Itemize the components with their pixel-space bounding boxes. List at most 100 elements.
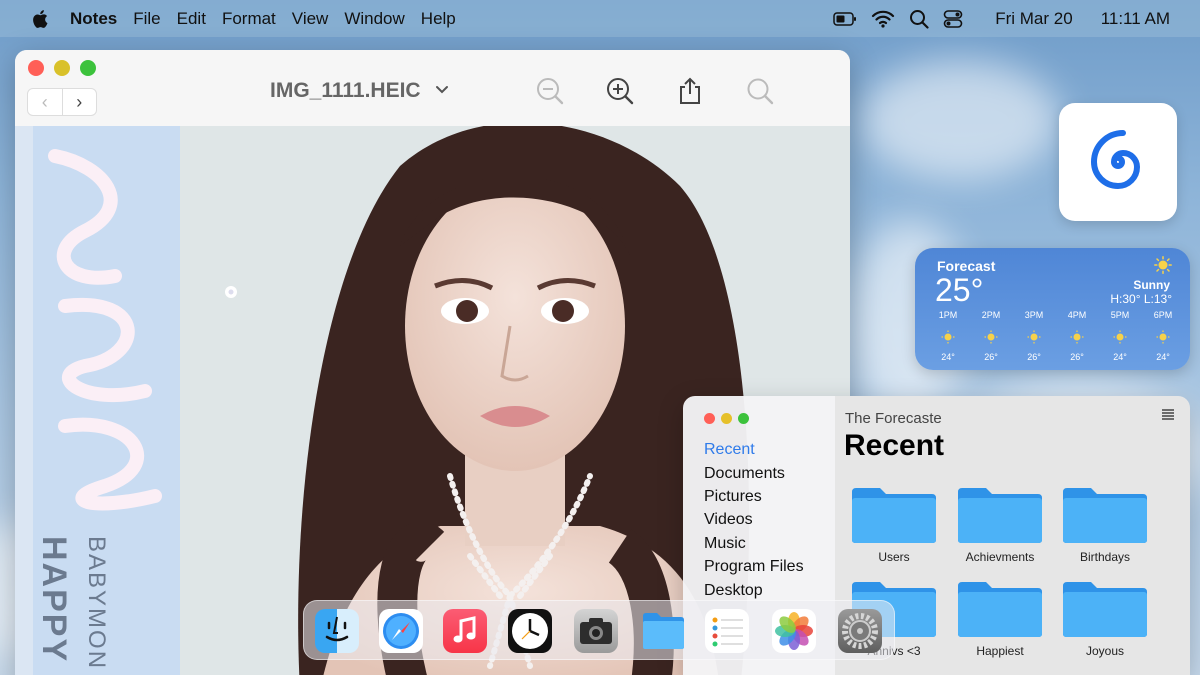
camera-icon[interactable]: [574, 609, 618, 653]
wifi-icon[interactable]: [871, 10, 895, 28]
folder-label: Birthdays: [1079, 550, 1131, 564]
sidebar-item-documents[interactable]: Documents: [704, 465, 785, 483]
sidebar-item-videos[interactable]: Videos: [704, 511, 753, 529]
sidebar-item-program-files[interactable]: Program Files: [704, 558, 804, 576]
folder-icon: [1063, 582, 1147, 637]
chevron-down-icon[interactable]: [435, 82, 449, 96]
finder-heading: Recent: [844, 429, 945, 462]
hour-temp: 24°: [1156, 352, 1170, 362]
hour-temp: 24°: [941, 352, 955, 362]
finder-icon[interactable]: [315, 609, 359, 653]
sun-icon: [1156, 330, 1170, 344]
sun-icon: [1113, 330, 1127, 344]
zoom-button[interactable]: [738, 413, 749, 424]
menu-edit[interactable]: Edit: [177, 9, 206, 29]
sidebar-item-recent[interactable]: Recent: [704, 441, 755, 459]
hour-temp: 24°: [1113, 352, 1127, 362]
weather-hour: 4PM 26°: [1062, 310, 1092, 362]
folder-item[interactable]: Achievments: [956, 486, 1044, 564]
hour-time: 4PM: [1067, 310, 1087, 320]
reminders-icon[interactable]: [705, 609, 749, 653]
photos-icon[interactable]: [772, 609, 816, 653]
weather-hour: 1PM 24°: [933, 310, 963, 362]
back-button[interactable]: ‹: [28, 89, 63, 115]
zoom-out-icon[interactable]: [535, 76, 565, 106]
weather-hour: 3PM 26°: [1019, 310, 1049, 362]
folder-icon: [958, 582, 1042, 637]
list-view-icon[interactable]: [1162, 408, 1174, 420]
album-title-text: HAPPY: [35, 536, 73, 664]
document-title[interactable]: IMG_1111.HEIC: [270, 79, 421, 103]
safari-icon[interactable]: [379, 609, 423, 653]
spiral-app-widget[interactable]: [1059, 103, 1177, 221]
search-icon[interactable]: [745, 76, 775, 106]
weather-hourly-forecast: 1PM 24° 2PM 26° 3PM 26° 4PM 26° 5PM 24° …: [933, 310, 1178, 362]
folder-label: Achievments: [965, 550, 1035, 564]
clock-icon[interactable]: [508, 609, 552, 653]
menu-help[interactable]: Help: [421, 9, 456, 29]
folder-label: Happiest: [976, 644, 1024, 658]
sun-icon: [941, 330, 955, 344]
folder-item[interactable]: Happiest: [956, 580, 1044, 658]
hour-time: 6PM: [1153, 310, 1173, 320]
forward-button[interactable]: ›: [63, 89, 97, 115]
folder-item[interactable]: Users: [850, 486, 938, 564]
close-button[interactable]: [704, 413, 715, 424]
weather-hour: 5PM 24°: [1105, 310, 1135, 362]
sidebar-item-desktop[interactable]: Desktop: [704, 582, 763, 600]
menu-bar: Notes File Edit Format View Window Help …: [0, 0, 1200, 37]
minimize-button[interactable]: [54, 60, 70, 76]
navigation-buttons: ‹ ›: [27, 88, 97, 116]
sparkle-icon: [225, 286, 237, 298]
hour-time: 2PM: [981, 310, 1001, 320]
finder-subtitle: The Forecaste: [845, 410, 942, 427]
folder-item[interactable]: Birthdays: [1061, 486, 1149, 564]
sun-icon: [1070, 330, 1084, 344]
menu-window[interactable]: Window: [344, 9, 404, 29]
folder-label: Users: [878, 550, 910, 564]
minimize-button[interactable]: [721, 413, 732, 424]
menu-view[interactable]: View: [292, 9, 329, 29]
control-center-icon[interactable]: [943, 9, 963, 29]
hour-temp: 26°: [1070, 352, 1084, 362]
weather-current-temp: 25°: [935, 272, 984, 308]
settings-icon[interactable]: [838, 609, 882, 653]
folder-item[interactable]: Joyous: [1061, 580, 1149, 658]
menu-format[interactable]: Format: [222, 9, 276, 29]
weather-hour: 2PM 26°: [976, 310, 1006, 362]
folder-icon[interactable]: [641, 609, 685, 653]
preview-titlebar: ‹ › IMG_1111.HEIC: [15, 50, 850, 126]
share-icon[interactable]: [675, 76, 705, 106]
hour-time: 5PM: [1110, 310, 1130, 320]
folder-icon: [1063, 488, 1147, 543]
close-button[interactable]: [28, 60, 44, 76]
menu-time[interactable]: 11:11 AM: [1101, 9, 1170, 29]
menu-date[interactable]: Fri Mar 20: [995, 9, 1072, 29]
sun-icon: [1027, 330, 1041, 344]
apple-logo-icon[interactable]: [30, 8, 52, 30]
sun-icon: [984, 330, 998, 344]
weather-widget[interactable]: Forecast 25° Sunny H:30° L:13° 1PM 24° 2…: [915, 248, 1190, 370]
weather-condition: Sunny: [1133, 278, 1170, 292]
zoom-button[interactable]: [80, 60, 96, 76]
spiral-icon: [1090, 130, 1141, 190]
weather-hour: 6PM 24°: [1148, 310, 1178, 362]
hour-time: 1PM: [938, 310, 958, 320]
folder-icon: [852, 488, 936, 543]
sidebar-item-pictures[interactable]: Pictures: [704, 488, 762, 506]
album-subtitle-text: BABYMON: [83, 536, 110, 671]
hour-temp: 26°: [1027, 352, 1041, 362]
spotlight-search-icon[interactable]: [909, 9, 929, 29]
zoom-in-icon[interactable]: [605, 76, 635, 106]
menu-app-name[interactable]: Notes: [70, 9, 117, 29]
sun-icon: [1154, 256, 1172, 274]
hour-time: 3PM: [1024, 310, 1044, 320]
background-cloud: [860, 60, 1060, 180]
hour-temp: 26°: [984, 352, 998, 362]
battery-icon[interactable]: [833, 11, 857, 26]
folder-icon: [958, 488, 1042, 543]
sidebar-item-music[interactable]: Music: [704, 535, 746, 553]
menu-file[interactable]: File: [133, 9, 160, 29]
music-icon[interactable]: [443, 609, 487, 653]
dock: [303, 600, 895, 660]
